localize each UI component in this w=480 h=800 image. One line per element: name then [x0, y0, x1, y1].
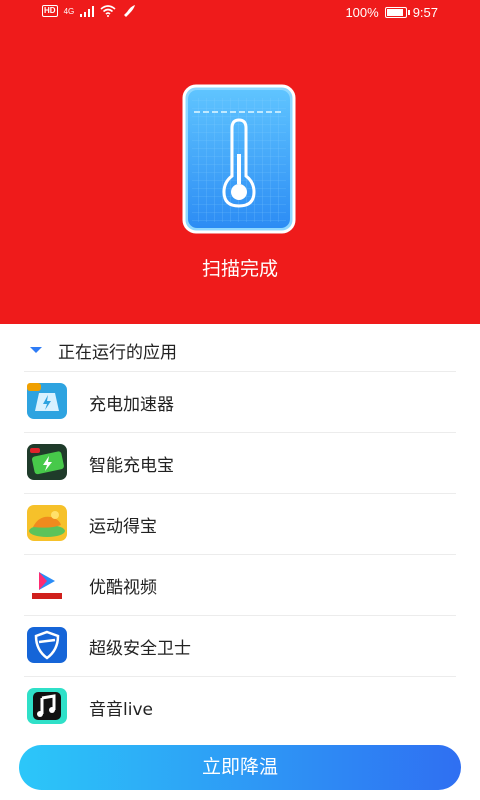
app-label: 运动得宝 [89, 517, 157, 537]
battery-percent: 100% [345, 5, 379, 20]
app-label: 充电加速器 [89, 395, 174, 415]
signal-icon [80, 5, 95, 17]
hero-banner: HD 4G 100% 9:57 扫描完成 [0, 0, 480, 324]
list-item-smart-power-bank[interactable]: 智能充电宝 [0, 433, 480, 493]
status-bar: HD 4G 100% 9:57 [0, 0, 480, 26]
battery-icon [384, 7, 410, 18]
network-type: 4G [63, 6, 75, 16]
list-item-sports[interactable]: 运动得宝 [0, 494, 480, 554]
app-label: 音音live [89, 700, 153, 720]
app-label: 优酷视频 [89, 578, 157, 598]
security-guard-app-icon [27, 627, 67, 663]
cool-down-button[interactable]: 立即降温 [19, 745, 461, 790]
smart-power-bank-app-icon [27, 444, 67, 480]
app-label: 超级安全卫士 [89, 639, 191, 659]
list-item-yinyin-live[interactable]: 音音live [0, 677, 480, 737]
thermometer-icon [182, 84, 296, 234]
charge-accelerator-app-icon [27, 383, 67, 419]
scan-status-title: 扫描完成 [201, 258, 278, 280]
caret-down-icon [30, 347, 42, 353]
rocket-icon [124, 5, 136, 17]
wifi-icon [100, 5, 116, 17]
app-label: 智能充电宝 [89, 456, 174, 476]
list-item-charge-accelerator[interactable]: 充电加速器 [0, 372, 480, 432]
hd-icon: HD [42, 5, 58, 17]
list-item-security-guard[interactable]: 超级安全卫士 [0, 616, 480, 676]
running-apps-header[interactable]: 正在运行的应用 [30, 338, 177, 363]
running-apps-title: 正在运行的应用 [58, 342, 177, 363]
yinyin-live-app-icon [27, 688, 67, 724]
clock: 9:57 [412, 5, 438, 20]
youku-video-app-icon [27, 566, 67, 602]
list-item-youku[interactable]: 优酷视频 [0, 555, 480, 615]
sports-app-icon [27, 505, 67, 541]
